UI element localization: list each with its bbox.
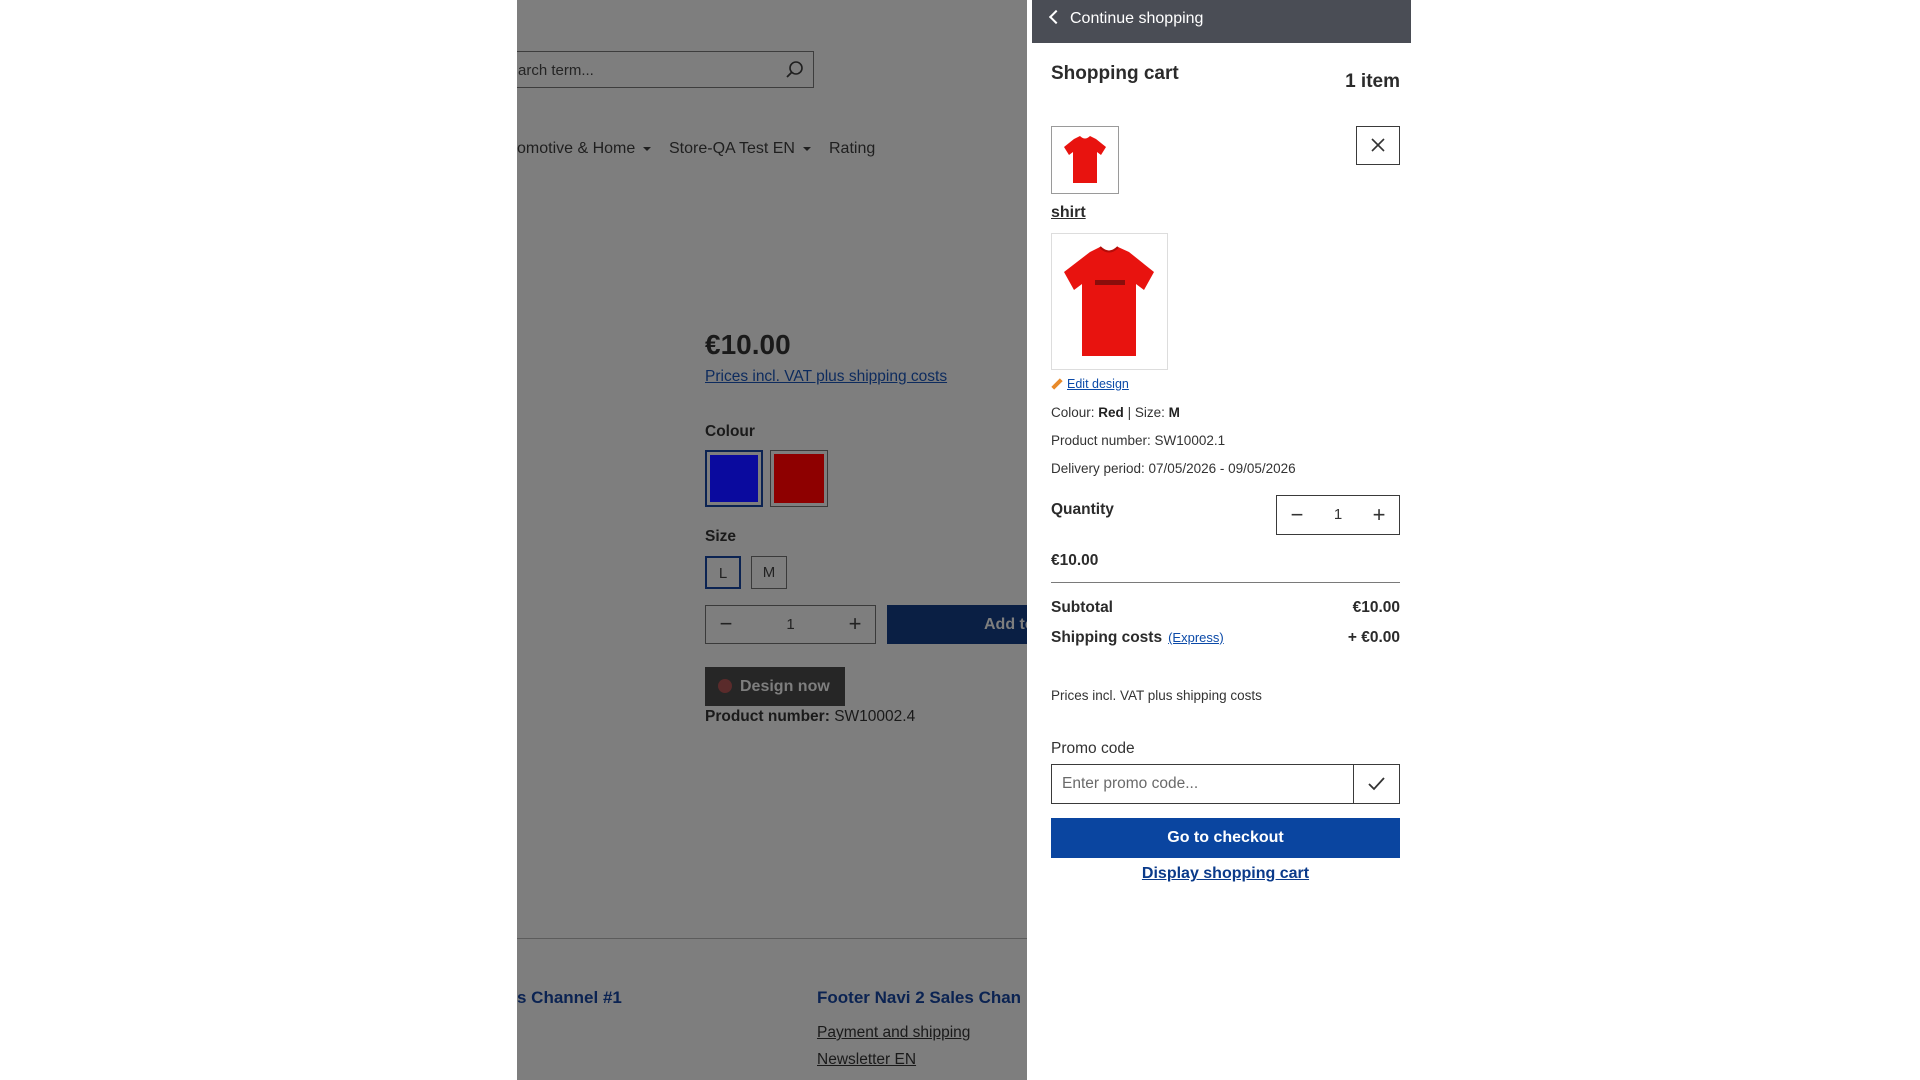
item-product-number: Product number: SW10002.1 <box>1051 433 1226 448</box>
shipping-costs-label: Shipping costs (Express) <box>1051 629 1224 646</box>
promo-code-input[interactable] <box>1051 764 1354 804</box>
promo-code-label: Promo code <box>1051 740 1135 757</box>
close-icon <box>1371 138 1385 152</box>
continue-shopping-button[interactable]: Continue shopping <box>1048 0 1203 43</box>
swatch-fill <box>774 454 824 503</box>
size-option-m[interactable]: M <box>751 556 787 589</box>
chevron-left-icon <box>1048 9 1064 25</box>
search-input[interactable]: arch term... <box>518 62 594 79</box>
product-price: €10.00 <box>705 329 791 360</box>
minus-icon[interactable]: − <box>706 606 746 643</box>
design-now-button[interactable]: Design now <box>705 667 845 706</box>
vat-shipping-link[interactable]: Prices incl. VAT plus shipping costs <box>705 368 947 386</box>
tshirt-thumbnail-image <box>1064 136 1106 183</box>
search-icon[interactable] <box>785 60 805 80</box>
promo-submit-button[interactable] <box>1353 764 1400 804</box>
footer-column-title: Footer Navi 2 Sales Chan <box>817 988 1022 1007</box>
palette-icon <box>718 679 732 693</box>
item-thumbnail[interactable] <box>1051 126 1119 194</box>
plus-icon[interactable]: + <box>1359 496 1399 534</box>
footer-column-title: s Channel #1 <box>517 988 622 1007</box>
item-delivery-period: Delivery period: 07/05/2026 - 09/05/2026 <box>1051 461 1296 476</box>
cart-header-bar: Continue shopping <box>1032 0 1411 43</box>
offcanvas-cart: Continue shopping Shopping cart 1 item s… <box>1032 0 1411 1080</box>
pencil-icon <box>1051 378 1063 390</box>
quantity-value[interactable]: 1 <box>746 606 835 643</box>
shipping-method-link[interactable]: (Express) <box>1168 630 1224 645</box>
quantity-label: Quantity <box>1051 501 1114 518</box>
size-label: Size <box>705 528 737 545</box>
nav-item-store-qa-test[interactable]: Store-QA Test EN <box>669 140 811 158</box>
checkmark-icon <box>1368 777 1385 791</box>
size-option-l[interactable]: L <box>705 556 741 589</box>
colour-label: Colour <box>705 423 755 440</box>
minus-icon[interactable]: − <box>1277 496 1317 534</box>
subtotal-value: €10.00 <box>1352 599 1400 616</box>
screen: arch term... omotive & Home Store-QA Tes… <box>0 0 1920 1080</box>
cart-quantity-value[interactable]: 1 <box>1317 496 1359 534</box>
display-shopping-cart-link[interactable]: Display shopping cart <box>1051 865 1400 883</box>
nav-item-rating[interactable]: Rating <box>829 140 875 158</box>
vat-note: Prices incl. VAT plus shipping costs <box>1051 688 1262 703</box>
footer-divider <box>517 938 1027 939</box>
cart-title: Shopping cart <box>1051 63 1179 84</box>
tshirt-design-image <box>1064 246 1154 356</box>
product-quantity-stepper: − 1 + <box>705 605 876 644</box>
shipping-costs-value: + €0.00 <box>1347 629 1400 646</box>
remove-item-button[interactable] <box>1356 126 1400 165</box>
caret-down-icon <box>643 146 652 151</box>
product-number: Product number: SW10002.4 <box>705 708 916 725</box>
colour-swatch-red[interactable] <box>770 450 828 507</box>
footer-link-newsletter[interactable]: Newsletter EN <box>817 1051 916 1069</box>
nav-item-automotive-home[interactable]: omotive & Home <box>517 140 652 158</box>
caret-down-icon <box>802 146 811 151</box>
go-to-checkout-button[interactable]: Go to checkout <box>1051 818 1400 858</box>
item-variant: Colour: Red | Size: M <box>1051 405 1180 420</box>
footer-link-payment[interactable]: Payment and shipping <box>817 1024 970 1042</box>
swatch-fill <box>710 455 758 502</box>
edit-design-link[interactable]: Edit design <box>1051 377 1129 391</box>
add-to-cart-button[interactable]: Add to <box>887 605 1027 644</box>
item-design-preview <box>1051 233 1168 370</box>
item-line-price: €10.00 <box>1051 552 1099 569</box>
search-box[interactable]: arch term... <box>517 51 814 88</box>
shop-page-backdrop[interactable]: arch term... omotive & Home Store-QA Tes… <box>517 0 1027 1080</box>
subtotal-label: Subtotal <box>1051 599 1113 616</box>
summary-divider <box>1051 582 1400 583</box>
cart-quantity-stepper: − 1 + <box>1276 495 1400 535</box>
cart-item-count: 1 item <box>1345 71 1400 92</box>
item-name-link[interactable]: shirt <box>1051 204 1086 222</box>
colour-swatch-blue[interactable] <box>705 450 763 507</box>
plus-icon[interactable]: + <box>835 606 875 643</box>
